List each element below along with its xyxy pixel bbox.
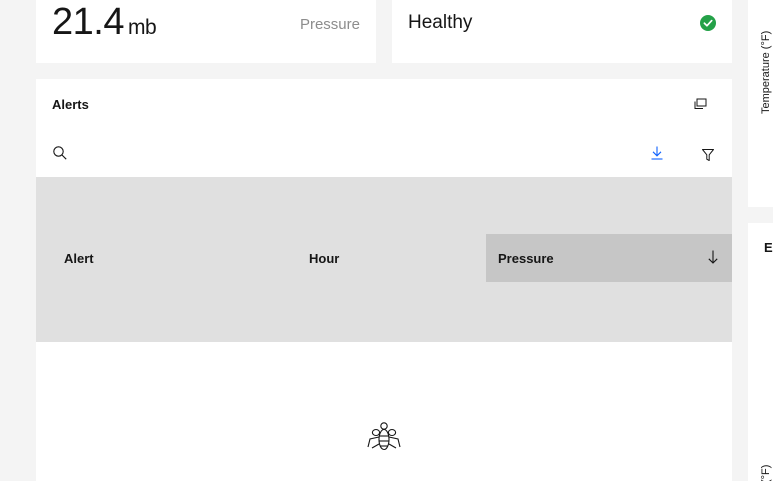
temperature-axis-label-2: (°F) <box>760 464 772 481</box>
chart-title-partial: E <box>764 240 773 255</box>
health-status-card: Healthy <box>392 0 732 63</box>
temperature-axis-label: Temperature (°F) <box>760 30 772 114</box>
pressure-label: Pressure <box>299 16 360 33</box>
filter-button[interactable] <box>698 145 718 165</box>
alerts-title: Alerts <box>52 97 89 112</box>
search-button[interactable] <box>50 143 70 163</box>
search-icon <box>53 146 67 160</box>
pressure-unit: mb <box>127 16 157 39</box>
checkmark-filled-icon <box>700 15 716 31</box>
second-chart-card: E (°F) <box>748 223 773 481</box>
column-header-pressure-label: Pressure <box>498 250 554 266</box>
bee-icon <box>367 422 401 451</box>
download-button[interactable] <box>647 143 667 163</box>
alerts-table-card: Alerts Alert Hour Pressure <box>36 79 732 481</box>
expand-icon <box>694 98 707 109</box>
download-icon <box>651 146 663 160</box>
column-header-alert[interactable]: Alert <box>36 234 281 282</box>
temperature-chart-card: Temperature (°F) <box>748 0 773 207</box>
pressure-number: 21.4 <box>52 1 124 43</box>
column-header-alert-label: Alert <box>64 250 94 266</box>
pressure-value-card: 21.4 mb Pressure <box>36 0 376 63</box>
table-header: Alert Hour Pressure <box>36 177 732 342</box>
column-header-hour-label: Hour <box>309 250 340 266</box>
arrow-down-icon[interactable] <box>706 249 720 265</box>
filter-icon <box>702 149 714 161</box>
column-header-pressure[interactable]: Pressure <box>486 234 732 282</box>
expand-button[interactable] <box>690 94 710 114</box>
column-header-hour[interactable]: Hour <box>281 234 486 282</box>
pressure-value: 21.4 mb <box>52 1 157 48</box>
health-status-text: Healthy <box>408 12 473 33</box>
